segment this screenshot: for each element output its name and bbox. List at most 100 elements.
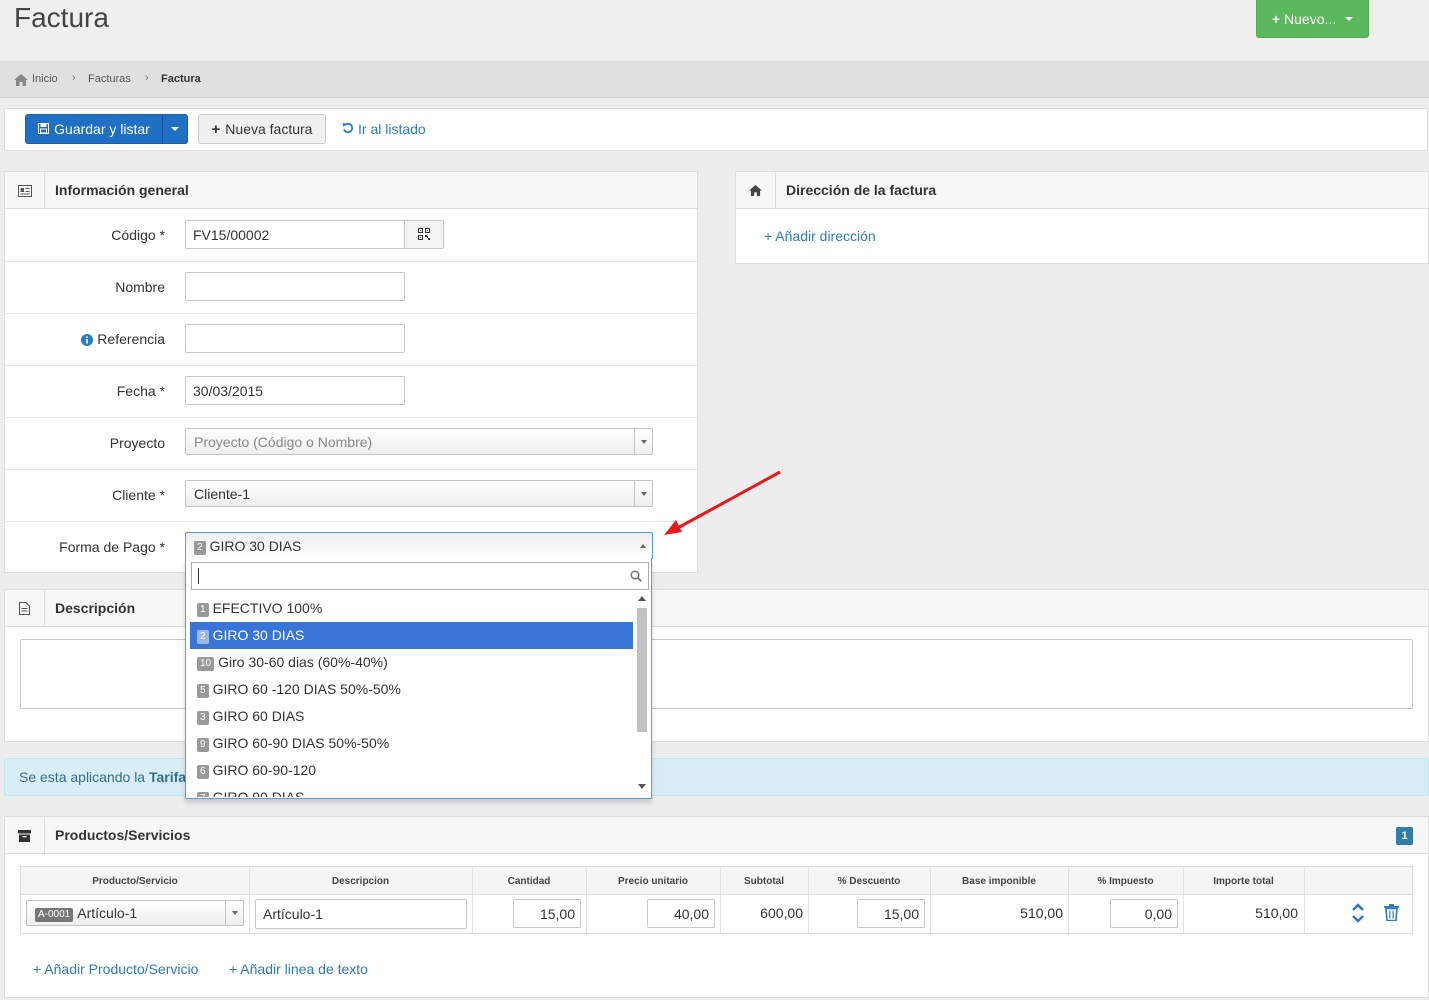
address-panel: Dirección de la factura	[735, 171, 1429, 264]
archive-icon	[5, 817, 45, 854]
new-dropdown-button[interactable]: + Nuevo...	[1256, 0, 1369, 38]
chevron-down-icon	[634, 481, 652, 506]
new-invoice-button[interactable]: + Nueva factura	[198, 114, 326, 144]
qr-code-button[interactable]	[404, 220, 444, 249]
dropdown-option-selected[interactable]: 2 GIRO 30 DIAS	[190, 622, 633, 649]
dropdown-option[interactable]: 1 EFECTIVO 100%	[190, 595, 633, 622]
codigo-label: Código *	[111, 227, 165, 243]
save-and-list-button[interactable]: Guardar y listar	[25, 114, 163, 144]
dropdown-option[interactable]: 3 GIRO 60 DIAS	[190, 703, 633, 730]
chevron-down-icon	[634, 429, 652, 454]
discount-input[interactable]: 15,00	[857, 899, 925, 928]
annotation-arrow-icon	[660, 468, 785, 541]
column-header: Subtotal	[744, 876, 784, 887]
address-header: Dirección de la factura	[736, 172, 1428, 209]
id-card-icon	[5, 172, 45, 209]
breadcrumb-facturas[interactable]: Facturas	[88, 73, 131, 85]
general-info-header: Información general	[5, 172, 697, 209]
referencia-label: Referencia	[97, 331, 165, 347]
dropdown-option[interactable]: 5 GIRO 60 -120 DIAS 50%-50%	[190, 676, 633, 703]
dropdown-option[interactable]: 9 GIRO 60-90 DIAS 50%-50%	[190, 730, 633, 757]
add-product-link[interactable]: + Añadir Producto/Servicio	[33, 961, 198, 977]
description-title: Descripción	[55, 600, 136, 616]
column-header: % Descuento	[837, 876, 901, 887]
proyecto-select[interactable]: Proyecto (Código o Nombre)	[185, 428, 653, 455]
chevron-down-icon	[225, 901, 243, 925]
home-icon	[736, 172, 776, 209]
row-divider	[5, 521, 697, 522]
fecha-label: Fecha *	[116, 383, 165, 399]
product-name: Artículo-1	[77, 905, 138, 921]
dropdown-options-list: 1 EFECTIVO 100% 2 GIRO 30 DIAS 10 Giro 30-6…	[186, 595, 634, 797]
row-divider	[5, 469, 697, 470]
breadcrumb	[0, 62, 1429, 98]
column-header: % Impuesto	[1097, 876, 1154, 887]
address-title: Dirección de la factura	[786, 182, 937, 198]
chevron-right-icon: ›	[145, 72, 149, 84]
top-bar	[0, 0, 1429, 62]
nombre-input[interactable]	[185, 272, 405, 301]
codigo-input[interactable]: FV15/00002	[185, 220, 406, 249]
fecha-input[interactable]: 30/03/2015	[185, 376, 405, 405]
add-address-link[interactable]: + Añadir dirección	[764, 228, 876, 244]
new-button-label: Nuevo...	[1284, 10, 1337, 27]
caret-down-icon	[171, 127, 179, 131]
proyecto-placeholder: Proyecto (Código o Nombre)	[194, 434, 373, 450]
go-to-list-link[interactable]: Ir al listado	[342, 121, 426, 137]
unit-price-input[interactable]: 40,00	[647, 899, 715, 928]
trash-icon[interactable]	[1384, 904, 1399, 924]
cliente-value: Cliente-1	[194, 486, 251, 502]
tax-input[interactable]: 0,00	[1110, 899, 1178, 928]
row-divider	[5, 417, 697, 418]
chevron-up-icon	[634, 533, 652, 558]
row-divider	[5, 313, 697, 314]
cliente-label: Cliente *	[112, 487, 165, 503]
column-header: Descripcion	[331, 876, 390, 887]
breadcrumb-home[interactable]: Inicio	[32, 73, 58, 85]
page-title: Factura	[14, 2, 109, 33]
column-header: Producto/Servicio	[92, 876, 178, 887]
product-code-badge: A-0001	[35, 908, 74, 922]
line-description-textarea[interactable]: Artículo-1	[255, 899, 467, 929]
document-icon	[5, 590, 45, 627]
products-header: Productos/Servicios	[5, 817, 1428, 854]
search-icon	[630, 569, 642, 585]
referencia-input[interactable]	[185, 324, 405, 353]
row-divider	[5, 365, 697, 366]
products-count-badge: 1	[1396, 827, 1413, 845]
column-header: Base imponible	[962, 876, 1036, 887]
payment-method-dropdown: 1 EFECTIVO 100% 2 GIRO 30 DIAS 10 Giro 30-6…	[185, 558, 652, 799]
breadcrumb-current: Factura	[161, 73, 201, 85]
dropdown-search-input[interactable]	[191, 562, 649, 590]
forma-pago-select[interactable]: 2 GIRO 30 DIAS	[185, 532, 653, 559]
scrollbar-thumb[interactable]	[637, 608, 647, 732]
column-header: Precio unitario	[617, 876, 688, 887]
row-divider	[5, 261, 697, 262]
dropdown-scrollbar[interactable]	[635, 596, 649, 796]
plus-icon: +	[1271, 10, 1281, 27]
add-text-line-link[interactable]: + Añadir linea de texto	[229, 961, 368, 977]
plus-icon: +	[211, 120, 221, 138]
cliente-select[interactable]: Cliente-1	[185, 480, 653, 507]
dropdown-option[interactable]: 7GIRO 90 DIAS	[190, 784, 633, 797]
dropdown-option[interactable]: 6 GIRO 60-90-120	[190, 757, 633, 784]
dropdown-option[interactable]: 10 Giro 30-60 dias (60%-40%)	[190, 649, 633, 676]
go-to-list-label: Ir al listado	[358, 121, 426, 137]
new-invoice-label: Nueva factura	[225, 121, 313, 137]
save-options-caret[interactable]	[162, 114, 188, 144]
reorder-icon[interactable]	[1351, 903, 1365, 926]
scroll-down-icon[interactable]	[638, 784, 646, 789]
quantity-input[interactable]: 15,00	[513, 899, 581, 928]
home-icon	[14, 73, 28, 89]
forma-pago-label: Forma de Pago *	[59, 539, 165, 555]
qrcode-icon	[418, 227, 430, 243]
column-divider	[1304, 867, 1305, 933]
undo-icon	[342, 121, 354, 137]
products-title: Productos/Servicios	[55, 827, 191, 843]
product-select[interactable]: A-0001 Artículo-1	[26, 900, 244, 926]
general-info-title: Información general	[55, 182, 189, 198]
taxable-base-value: 510,00	[1020, 905, 1063, 921]
nombre-label: Nombre	[115, 279, 165, 295]
tariff-alert-text: Se esta aplicando la Tarifa	[19, 769, 187, 785]
scroll-up-icon[interactable]	[638, 596, 646, 601]
